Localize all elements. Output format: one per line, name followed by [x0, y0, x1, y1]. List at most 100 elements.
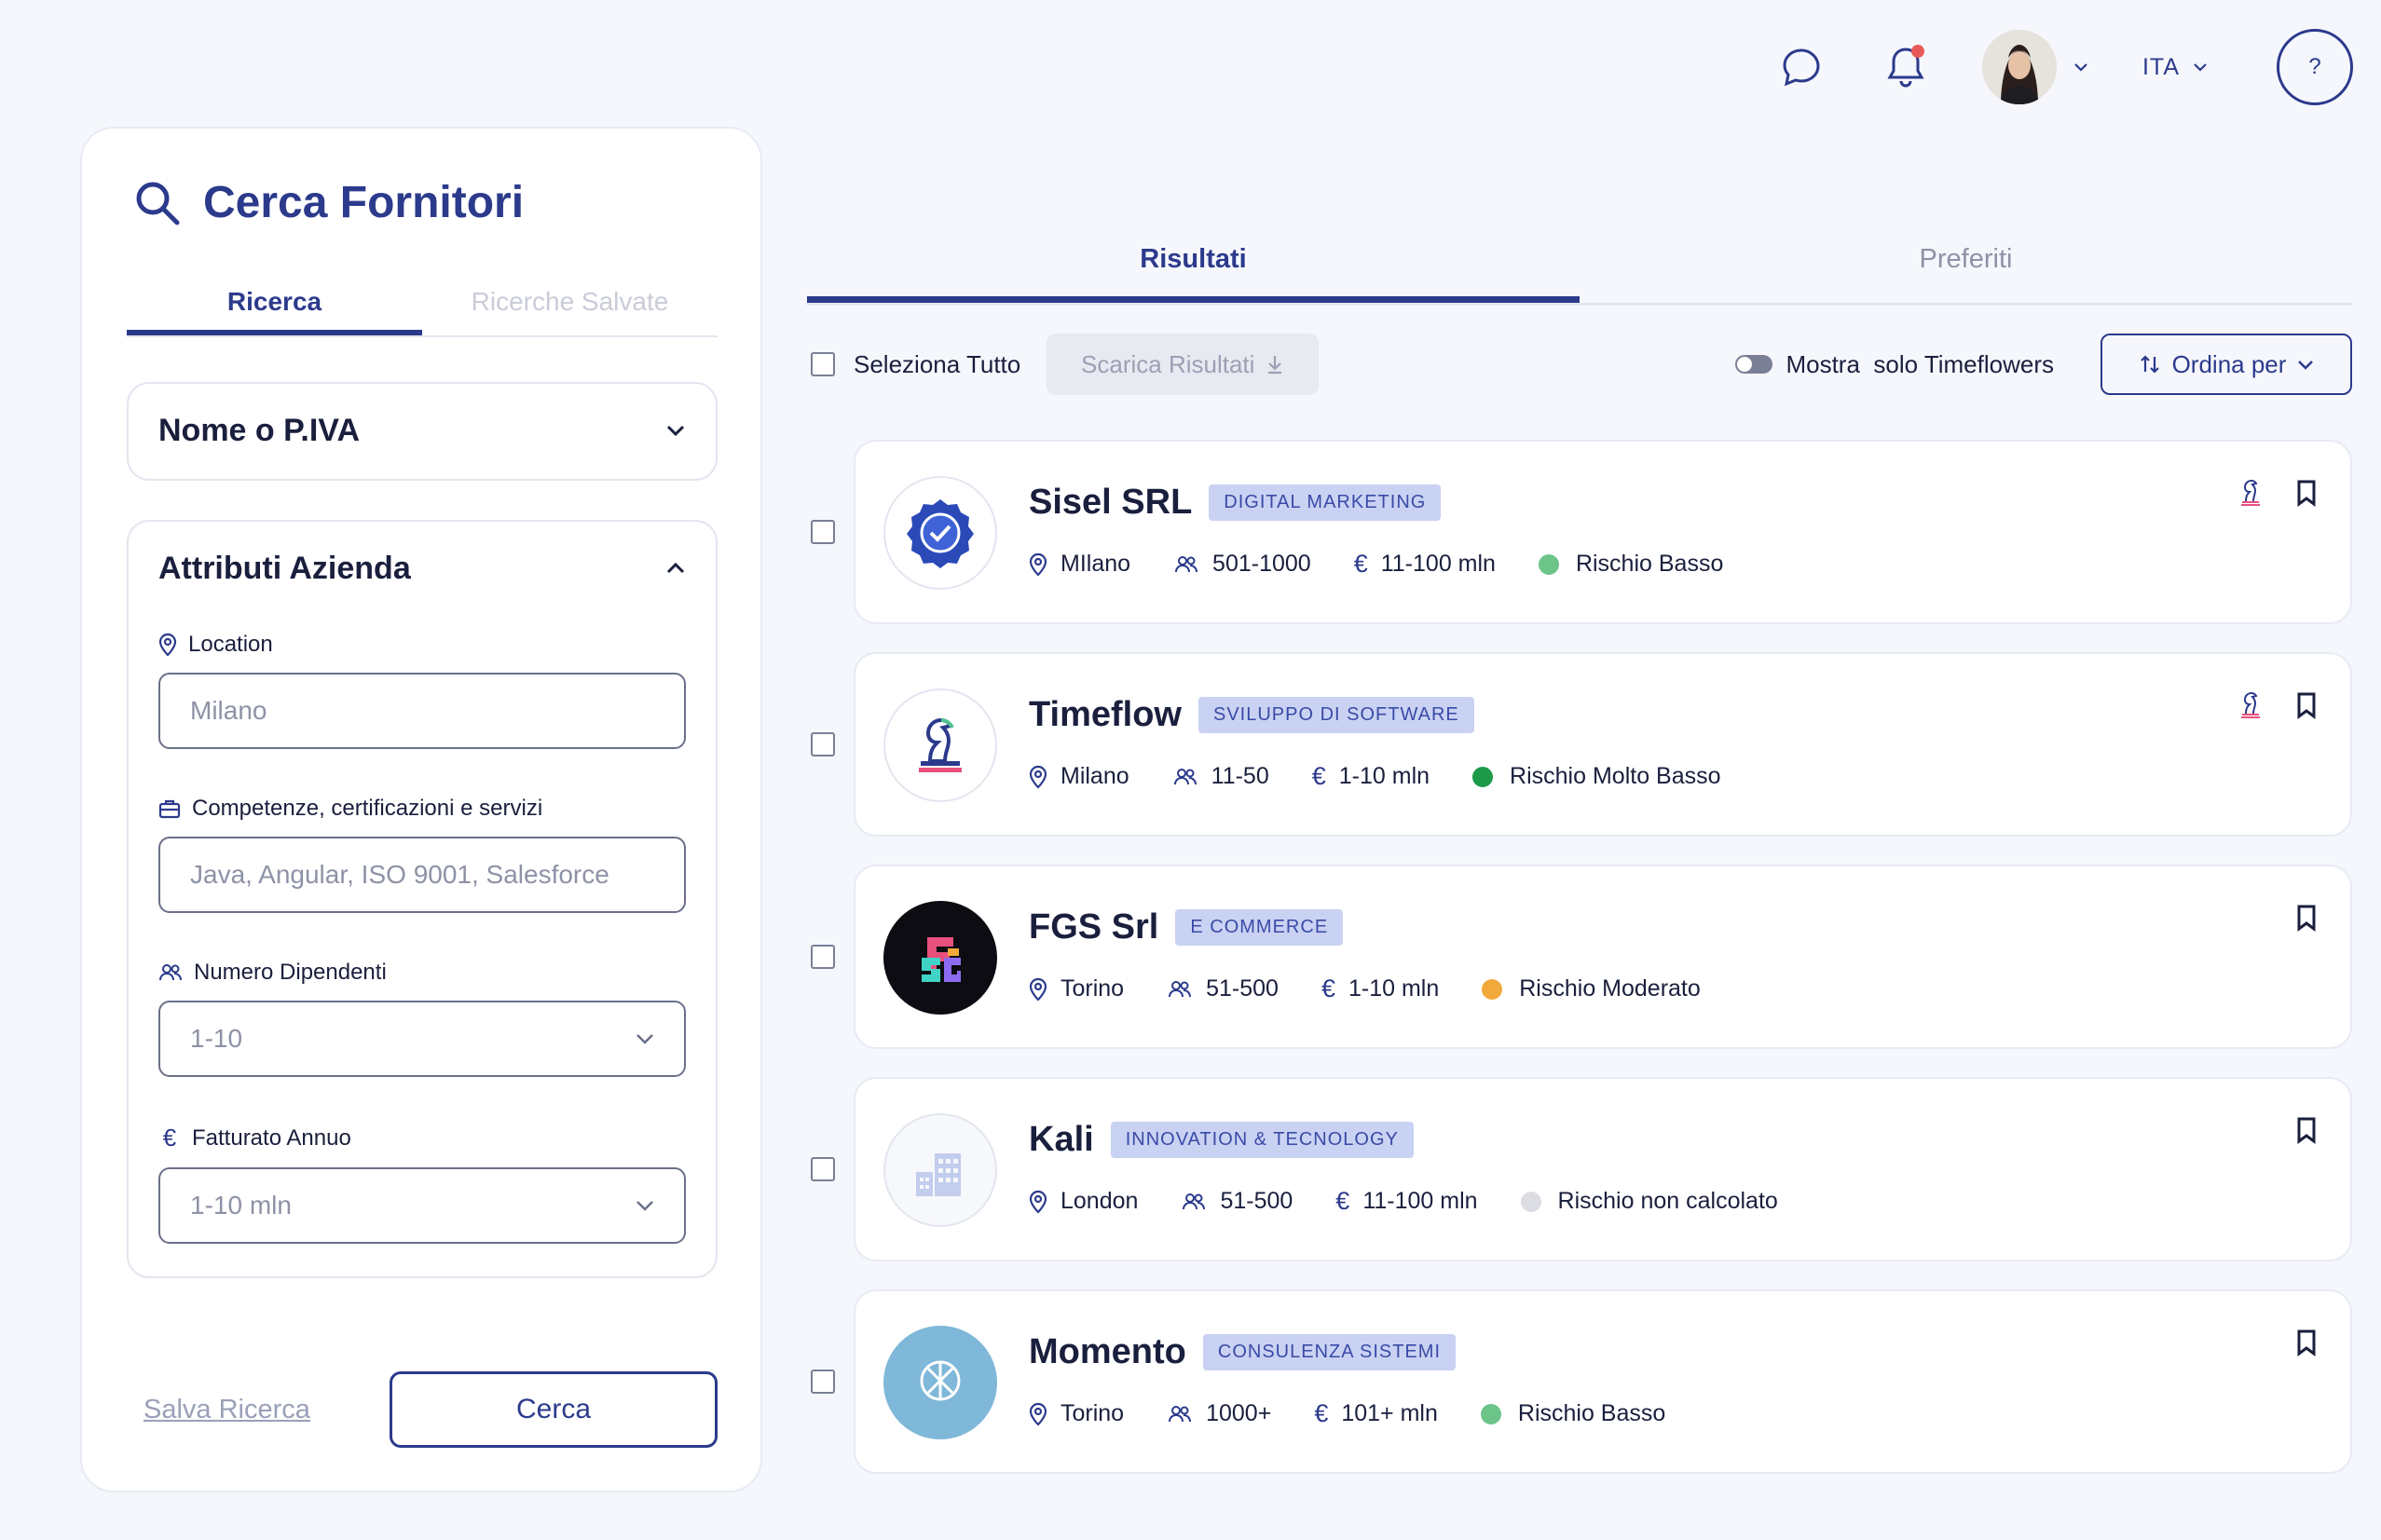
employees-select[interactable]: 1-10 — [158, 1001, 686, 1077]
company-revenue: 11-100 mln — [1380, 551, 1496, 577]
location-pin-icon — [1029, 1402, 1047, 1426]
select-all-label[interactable]: Seleziona Tutto — [854, 350, 1020, 379]
user-menu[interactable] — [1981, 30, 2088, 104]
search-actions: Salva Ricerca Cerca — [127, 1371, 718, 1448]
chevron-down-icon[interactable] — [665, 424, 686, 437]
company-meta: London 51-500 €11-100 mln Rischio non ca… — [1029, 1187, 1821, 1216]
row-checkbox[interactable] — [811, 1157, 835, 1181]
company-employees: 51-500 — [1220, 1188, 1293, 1214]
euro-icon: € — [1320, 974, 1335, 1002]
bookmark-icon[interactable] — [2296, 691, 2317, 719]
company-card[interactable]: Momento CONSULENZA SISTEMI Torino 1000+ … — [854, 1289, 2352, 1474]
bookmark-icon[interactable] — [2296, 1329, 2317, 1356]
company-name[interactable]: FGS Srl — [1029, 907, 1158, 947]
risk-dot — [1538, 553, 1559, 575]
chevron-up-icon[interactable] — [665, 562, 686, 575]
result-row: Sisel SRL DIGITAL MARKETING MIlano 501-1… — [811, 440, 2352, 624]
company-risk: Rischio Basso — [1517, 1400, 1666, 1426]
timeflow-member-icon — [2241, 691, 2260, 718]
bookmark-icon[interactable] — [2296, 479, 2317, 507]
company-name[interactable]: Timeflow — [1029, 695, 1182, 735]
chess-knight-icon — [883, 688, 997, 802]
chevron-down-icon — [636, 1201, 653, 1211]
category-badge: SVILUPPO DI SOFTWARE — [1198, 697, 1474, 733]
company-city: Torino — [1061, 975, 1125, 1002]
category-badge: INNOVATION & TECNOLOGY — [1110, 1122, 1414, 1158]
tab-preferiti[interactable]: Preferiti — [1580, 244, 2352, 303]
category-badge: E COMMERCE — [1175, 909, 1344, 946]
chevron-down-icon — [2194, 63, 2207, 72]
panel-title: Cerca Fornitori — [203, 178, 525, 227]
company-risk: Rischio Molto Basso — [1510, 763, 1721, 789]
toggle-switch[interactable] — [1735, 355, 1773, 374]
company-name[interactable]: Kali — [1029, 1120, 1094, 1160]
risk-dot — [1482, 978, 1503, 1000]
row-checkbox[interactable] — [811, 945, 835, 969]
company-meta: Milano 11-50 €1-10 mln Rischio Molto Bas… — [1029, 762, 1764, 791]
skills-input[interactable]: Java, Angular, ISO 9001, Salesforce — [158, 837, 686, 913]
users-icon — [1175, 555, 1198, 572]
euro-icon: € — [1311, 762, 1326, 790]
company-meta: MIlano 501-1000 €11-100 mln Rischio Bass… — [1029, 550, 1766, 579]
sort-button[interactable]: Ordina per — [2100, 334, 2352, 395]
company-revenue: 101+ mln — [1341, 1400, 1438, 1426]
results-tabs: Risultati Preferiti — [807, 244, 2352, 306]
company-card[interactable]: Sisel SRL DIGITAL MARKETING MIlano 501-1… — [854, 440, 2352, 624]
download-icon — [1268, 356, 1282, 375]
company-revenue: 11-100 mln — [1362, 1188, 1478, 1214]
tab-ricerche-salvate[interactable]: Ricerche Salvate — [422, 279, 718, 335]
risk-dot — [1520, 1191, 1541, 1212]
select-all-checkbox[interactable] — [811, 352, 835, 376]
bookmark-icon[interactable] — [2296, 1116, 2317, 1144]
row-checkbox[interactable] — [811, 1370, 835, 1394]
company-name[interactable]: Momento — [1029, 1332, 1186, 1372]
company-card[interactable]: Timeflow SVILUPPO DI SOFTWARE Milano 11-… — [854, 652, 2352, 837]
badge-check-icon — [883, 476, 997, 590]
help-button[interactable]: ? — [2277, 29, 2353, 105]
location-pin-icon — [158, 633, 177, 657]
row-checkbox[interactable] — [811, 732, 835, 756]
bell-icon[interactable] — [1878, 39, 1934, 95]
attributes-accordion: Attributi Azienda Location Milano Compet… — [127, 520, 718, 1278]
company-city: London — [1061, 1188, 1139, 1214]
location-input[interactable]: Milano — [158, 673, 686, 749]
tab-ricerca[interactable]: Ricerca — [127, 279, 422, 335]
chat-icon[interactable] — [1773, 39, 1829, 95]
revenue-select[interactable]: 1-10 mln — [158, 1167, 686, 1244]
briefcase-icon — [158, 799, 181, 819]
company-card[interactable]: FGS Srl E COMMERCE Torino 51-500 €1-10 m… — [854, 865, 2352, 1049]
attributes-accordion-header[interactable]: Attributi Azienda — [129, 522, 716, 615]
language-selector[interactable]: ITA — [2142, 54, 2208, 81]
users-icon — [1183, 1192, 1206, 1209]
search-button[interactable]: Cerca — [390, 1371, 718, 1448]
search-icon — [136, 182, 180, 225]
row-checkbox[interactable] — [811, 520, 835, 544]
euro-icon: € — [1353, 550, 1368, 578]
download-results-button[interactable]: Scarica Risultati — [1047, 334, 1320, 395]
users-icon — [1169, 980, 1192, 997]
company-name[interactable]: Sisel SRL — [1029, 483, 1192, 523]
name-accordion[interactable]: Nome o P.IVA — [127, 382, 718, 481]
timeflow-member-icon — [2241, 479, 2260, 506]
euro-icon: € — [162, 1124, 177, 1152]
bookmark-icon[interactable] — [2296, 904, 2317, 932]
timeflowers-toggle[interactable]: Mostra solo Timeflowers — [1735, 350, 2054, 379]
company-card[interactable]: Kali INNOVATION & TECNOLOGY London 51-50… — [854, 1077, 2352, 1261]
save-search-link[interactable]: Salva Ricerca — [144, 1395, 310, 1425]
company-city: MIlano — [1061, 551, 1131, 577]
company-meta: Torino 1000+ €101+ mln Rischio Basso — [1029, 1399, 1708, 1428]
search-panel: Cerca Fornitori Ricerca Ricerche Salvate… — [80, 127, 762, 1492]
chevron-down-icon — [636, 1034, 653, 1044]
attributes-accordion-label: Attributi Azienda — [158, 550, 411, 586]
company-employees: 501-1000 — [1212, 551, 1311, 577]
tab-risultati[interactable]: Risultati — [807, 244, 1580, 303]
location-pin-icon — [1029, 552, 1047, 577]
category-badge: DIGITAL MARKETING — [1209, 484, 1442, 521]
search-tabs: Ricerca Ricerche Salvate — [127, 279, 718, 337]
employees-label: Numero Dipendenti — [158, 960, 716, 986]
company-employees: 51-500 — [1206, 975, 1279, 1002]
company-risk: Rischio Moderato — [1519, 975, 1701, 1002]
building-icon — [883, 1113, 997, 1227]
risk-dot — [1480, 1403, 1501, 1424]
result-row: Timeflow SVILUPPO DI SOFTWARE Milano 11-… — [811, 652, 2352, 837]
